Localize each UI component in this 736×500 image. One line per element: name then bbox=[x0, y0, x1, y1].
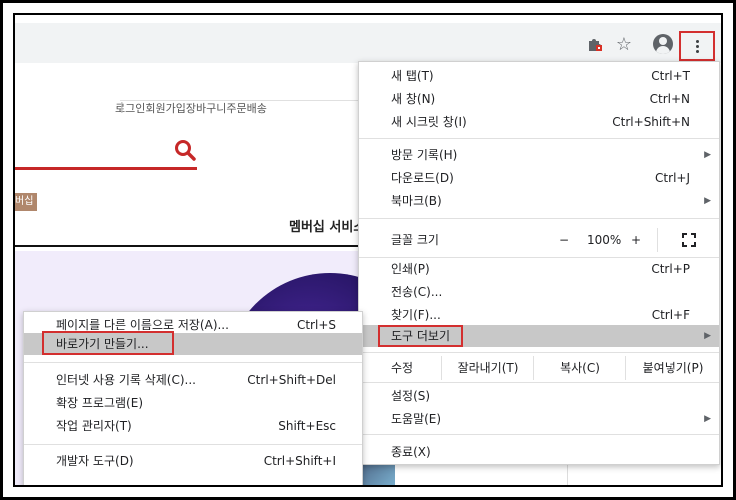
chrome-main-menu: 새 탭(T) Ctrl+T 새 창(N) Ctrl+N 새 시크릿 창(I) Ctrl… bbox=[358, 61, 720, 465]
menu-separator bbox=[359, 218, 719, 219]
zoom-value: 100% bbox=[587, 233, 622, 247]
menu-item-new-tab[interactable]: 새 탭(T) Ctrl+T bbox=[359, 65, 719, 87]
submenu-item-clear-data[interactable]: 인터넷 사용 기록 삭제(C)... Ctrl+Shift+Del bbox=[24, 369, 362, 391]
nav-signup[interactable]: 회원가입 bbox=[145, 102, 185, 115]
menu-item-help[interactable]: 도움말(E) ▶ bbox=[359, 408, 719, 430]
zoom-label: 글꼴 크기 bbox=[391, 233, 439, 247]
nav-cart[interactable]: 장바구니 bbox=[186, 102, 226, 115]
menu-item-print[interactable]: 인쇄(P) Ctrl+P bbox=[359, 258, 719, 280]
submenu-item-extensions[interactable]: 확장 프로그램(E) bbox=[24, 392, 362, 414]
menu-separator bbox=[359, 352, 719, 353]
fullscreen-icon bbox=[682, 233, 696, 247]
zoom-out-button[interactable]: − bbox=[559, 228, 569, 252]
submenu-arrow-icon: ▶ bbox=[704, 414, 711, 424]
site-top-nav: 로그인 | 회원가입 | 장바구니 | 주문배송 bbox=[115, 100, 480, 116]
zoom-row: 글꼴 크기 − 100% + bbox=[359, 228, 719, 252]
menu-separator bbox=[24, 362, 362, 363]
copy-button[interactable]: 복사(C) bbox=[533, 356, 626, 380]
screenshot-frame: ☆ 로그인 | 회원가입 | 장바구니 | 주문배송 버십 멤버십 서비스 새 탭(T) Ct… bbox=[3, 3, 733, 497]
submenu-arrow-icon: ▶ bbox=[704, 196, 711, 206]
menu-item-bookmarks[interactable]: 북마크(B) ▶ bbox=[359, 190, 719, 212]
submenu-item-dev-tools[interactable]: 개발자 도구(D) Ctrl+Shift+I bbox=[24, 450, 362, 472]
kebab-menu-icon[interactable] bbox=[679, 31, 715, 61]
menu-item-exit[interactable]: 종료(X) bbox=[359, 441, 719, 463]
account-icon[interactable] bbox=[653, 34, 673, 54]
more-tools-highlight bbox=[378, 325, 463, 347]
submenu-arrow-icon: ▶ bbox=[704, 331, 711, 341]
edit-row: 수정 잘라내기(T) 복사(C) 붙여넣기(P) bbox=[359, 356, 719, 380]
edit-label: 수정 bbox=[391, 361, 414, 375]
menu-separator bbox=[359, 138, 719, 139]
menu-item-new-window[interactable]: 새 창(N) Ctrl+N bbox=[359, 88, 719, 110]
membership-badge: 버십 bbox=[15, 193, 38, 211]
section-divider bbox=[15, 245, 360, 247]
browser-toolbar: ☆ bbox=[15, 23, 721, 63]
paste-button[interactable]: 붙여넣기(P) bbox=[625, 356, 720, 380]
membership-title: 멤버십 서비스 bbox=[289, 220, 366, 235]
menu-separator bbox=[359, 382, 719, 383]
menu-item-history[interactable]: 방문 기록(H) ▶ bbox=[359, 144, 719, 166]
zoom-in-button[interactable]: + bbox=[631, 228, 641, 252]
star-icon[interactable]: ☆ bbox=[613, 33, 635, 55]
submenu-arrow-icon: ▶ bbox=[704, 150, 711, 160]
menu-separator bbox=[359, 434, 719, 435]
browser-window: ☆ 로그인 | 회원가입 | 장바구니 | 주문배송 버십 멤버십 서비스 새 탭(T) Ct… bbox=[13, 13, 723, 487]
cut-button[interactable]: 잘라내기(T) bbox=[441, 356, 534, 380]
search-icon[interactable] bbox=[174, 139, 196, 161]
submenu-item-task-manager[interactable]: 작업 관리자(T) Shift+Esc bbox=[24, 415, 362, 437]
menu-item-incognito[interactable]: 새 시크릿 창(I) Ctrl+Shift+N bbox=[359, 111, 719, 133]
fullscreen-button[interactable] bbox=[657, 228, 720, 252]
menu-item-settings[interactable]: 설정(S) bbox=[359, 385, 719, 407]
search-underline bbox=[15, 167, 197, 170]
menu-item-find[interactable]: 찾기(F)... Ctrl+F bbox=[359, 304, 719, 326]
more-tools-submenu: 페이지를 다른 이름으로 저장(A)... Ctrl+S 바로가기 만들기... … bbox=[23, 311, 363, 485]
menu-separator bbox=[24, 444, 362, 445]
menu-item-downloads[interactable]: 다운로드(D) Ctrl+J bbox=[359, 167, 719, 189]
nav-orders[interactable]: 주문배송 bbox=[226, 102, 266, 115]
menu-item-cast[interactable]: 전송(C)... bbox=[359, 281, 719, 303]
create-shortcut-highlight bbox=[42, 331, 174, 355]
puzzle-icon[interactable] bbox=[584, 33, 606, 55]
